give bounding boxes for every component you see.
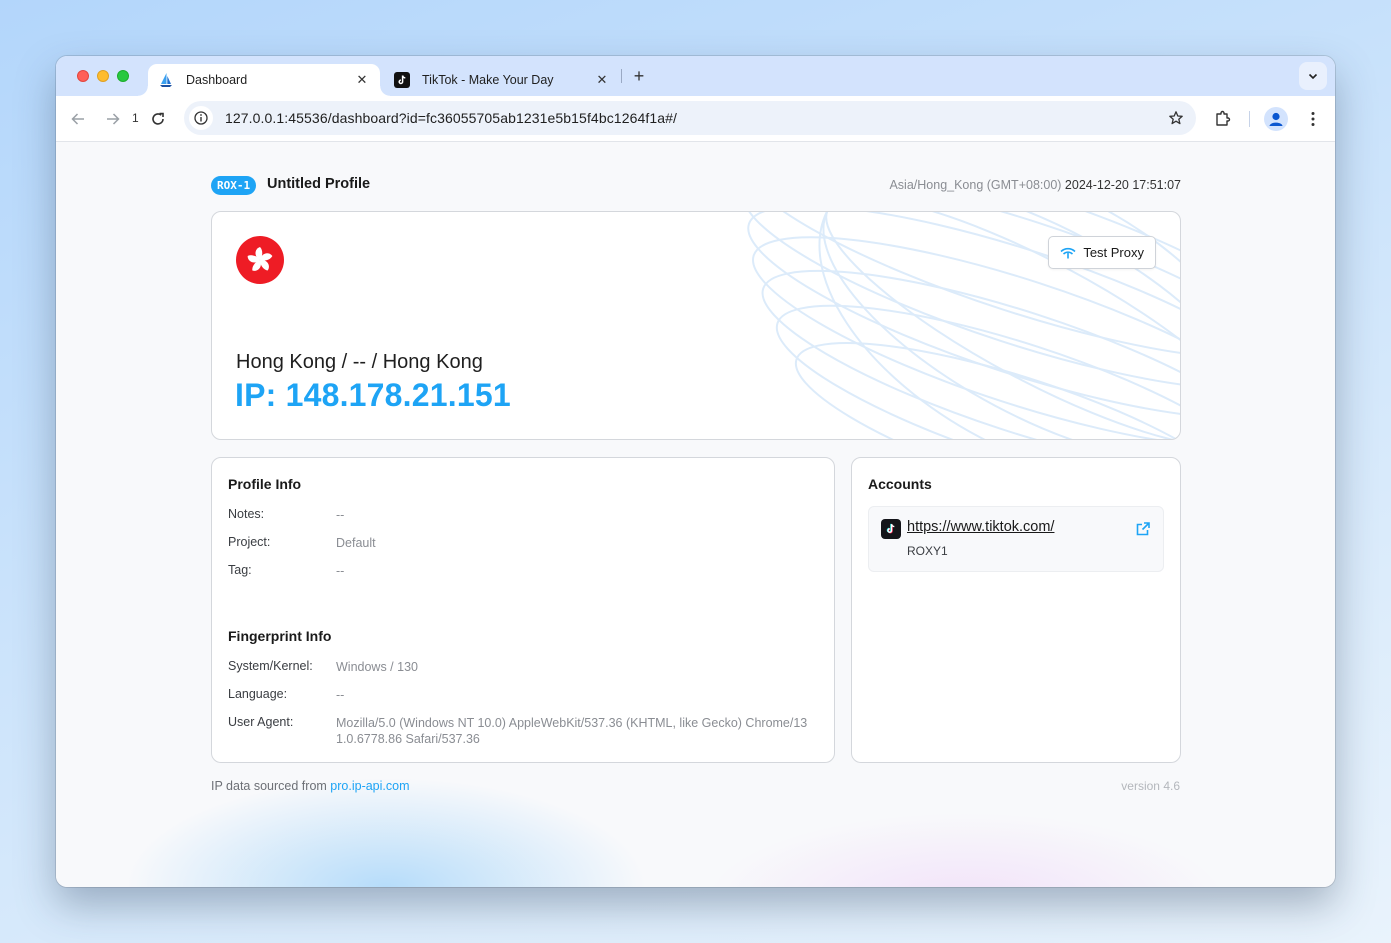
profile-badge: ROX-1 [211, 176, 257, 195]
user-agent-value: Mozilla/5.0 (Windows NT 10.0) AppleWebKi… [336, 716, 808, 746]
fingerprint-info-title: Fingerprint Info [228, 628, 332, 644]
address-bar[interactable]: 127.0.0.1:45536/dashboard?id=fc36055705a… [184, 101, 1196, 135]
dashboard-page: ROX-1 Untitled Profile Asia/Hong_Kong (G… [56, 143, 1335, 887]
tag-label: Tag: [228, 563, 252, 577]
info-card: Profile Info Notes: -- Project: Default … [211, 457, 835, 763]
profile-avatar[interactable] [1264, 107, 1288, 131]
test-proxy-label: Test Proxy [1083, 245, 1144, 260]
hong-kong-flag-icon [236, 236, 284, 284]
profile-title: Untitled Profile [267, 176, 371, 192]
minimize-window-button[interactable] [97, 70, 109, 82]
profile-info-row: Notes: -- [228, 507, 818, 523]
sailboat-icon [158, 72, 174, 88]
account-url-link[interactable]: https://www.tiktok.com/ [907, 519, 1054, 535]
notes-value: -- [336, 508, 345, 522]
fingerprint-info-row: Language: -- [228, 687, 818, 703]
account-item: https://www.tiktok.com/ ROXY1 [868, 506, 1164, 572]
arrow-right-icon [107, 113, 120, 125]
location-text: Hong Kong / -- / Hong Kong [236, 351, 483, 373]
datetime-text: 2024-12-20 17:51:07 [1064, 178, 1181, 192]
language-label: Language: [228, 687, 288, 701]
url-text[interactable]: 127.0.0.1:45536/dashboard?id=fc36055705a… [225, 110, 1162, 126]
more-vertical-icon [1311, 112, 1315, 126]
close-tab-icon[interactable]: ✕ [352, 70, 372, 90]
back-button[interactable] [66, 107, 90, 131]
wifi-signal-icon [1060, 247, 1076, 258]
tab-title: TikTok - Make Your Day [422, 73, 554, 87]
language-value: -- [336, 688, 345, 702]
browser-menu-button[interactable] [1301, 107, 1325, 131]
system-kernel-label: System/Kernel: [228, 659, 313, 673]
project-value: Default [336, 536, 376, 550]
browser-toolbar: 1 127.0.0.1:45536/dashboard?id=fc3605570… [56, 96, 1335, 142]
chevron-down-icon [1308, 73, 1318, 80]
tab-tiktok[interactable]: TikTok - Make Your Day ✕ [390, 64, 620, 96]
external-link-icon[interactable] [1135, 521, 1151, 537]
system-kernel-value: Windows / 130 [336, 660, 418, 674]
close-tab-icon[interactable]: ✕ [592, 70, 612, 90]
tiktok-icon [881, 519, 901, 539]
fingerprint-info-row: User Agent: Mozilla/5.0 (Windows NT 10.0… [228, 715, 818, 747]
user-agent-label: User Agent: [228, 715, 294, 729]
timezone-text: Asia/Hong_Kong (GMT+08:00) [889, 178, 1062, 192]
test-proxy-button[interactable]: Test Proxy [1048, 236, 1156, 269]
ip-source-note: IP data sourced from pro.ip-api.com [211, 779, 410, 793]
ip-source-prefix: IP data sourced from [211, 779, 327, 793]
tag-value: -- [336, 564, 345, 578]
notes-label: Notes: [228, 507, 265, 521]
ip-source-link[interactable]: pro.ip-api.com [330, 779, 409, 793]
toolbar-divider [1249, 111, 1250, 127]
history-count: 1 [132, 111, 139, 125]
forward-button[interactable] [101, 107, 125, 131]
reload-icon [152, 112, 164, 125]
fingerprint-info-row: System/Kernel: Windows / 130 [228, 659, 818, 675]
ip-address: IP: 148.178.21.151 [235, 377, 511, 413]
accounts-card: Accounts https://www.tiktok.com/ ROXY1 [851, 457, 1181, 763]
profile-header: ROX-1 Untitled Profile Asia/Hong_Kong (G… [211, 174, 1181, 196]
tab-dashboard[interactable]: Dashboard ✕ [138, 64, 390, 96]
bookmark-star-icon[interactable] [1162, 104, 1190, 132]
new-tab-button[interactable]: + [628, 65, 650, 87]
close-window-button[interactable] [77, 70, 89, 82]
account-name: ROXY1 [907, 544, 948, 558]
profile-info-row: Project: Default [228, 535, 818, 551]
profile-info-title: Profile Info [228, 476, 302, 492]
extensions-button[interactable] [1211, 107, 1235, 131]
tab-divider [621, 69, 622, 83]
tab-strip: Dashboard ✕ TikTok - Make Your Day ✕ + [56, 56, 1335, 96]
arrow-left-icon [71, 113, 84, 125]
tab-search-button[interactable] [1299, 62, 1327, 90]
maximize-window-button[interactable] [117, 70, 129, 82]
site-info-icon[interactable] [189, 106, 213, 130]
timezone-clock: Asia/Hong_Kong (GMT+08:00) 2024-12-20 17… [889, 178, 1181, 192]
accounts-title: Accounts [868, 476, 932, 492]
version-text: version 4.6 [1121, 779, 1180, 793]
reload-button[interactable] [146, 107, 170, 131]
ip-card: Test Proxy Hong Kong / -- / Hong Kong IP… [211, 211, 1181, 440]
tab-title: Dashboard [186, 73, 248, 87]
browser-window: Dashboard ✕ TikTok - Make Your Day ✕ + 1 [56, 56, 1335, 887]
tiktok-icon [394, 72, 410, 88]
profile-info-row: Tag: -- [228, 563, 818, 579]
project-label: Project: [228, 535, 271, 549]
puzzle-icon [1216, 110, 1231, 126]
person-icon [1269, 112, 1283, 126]
